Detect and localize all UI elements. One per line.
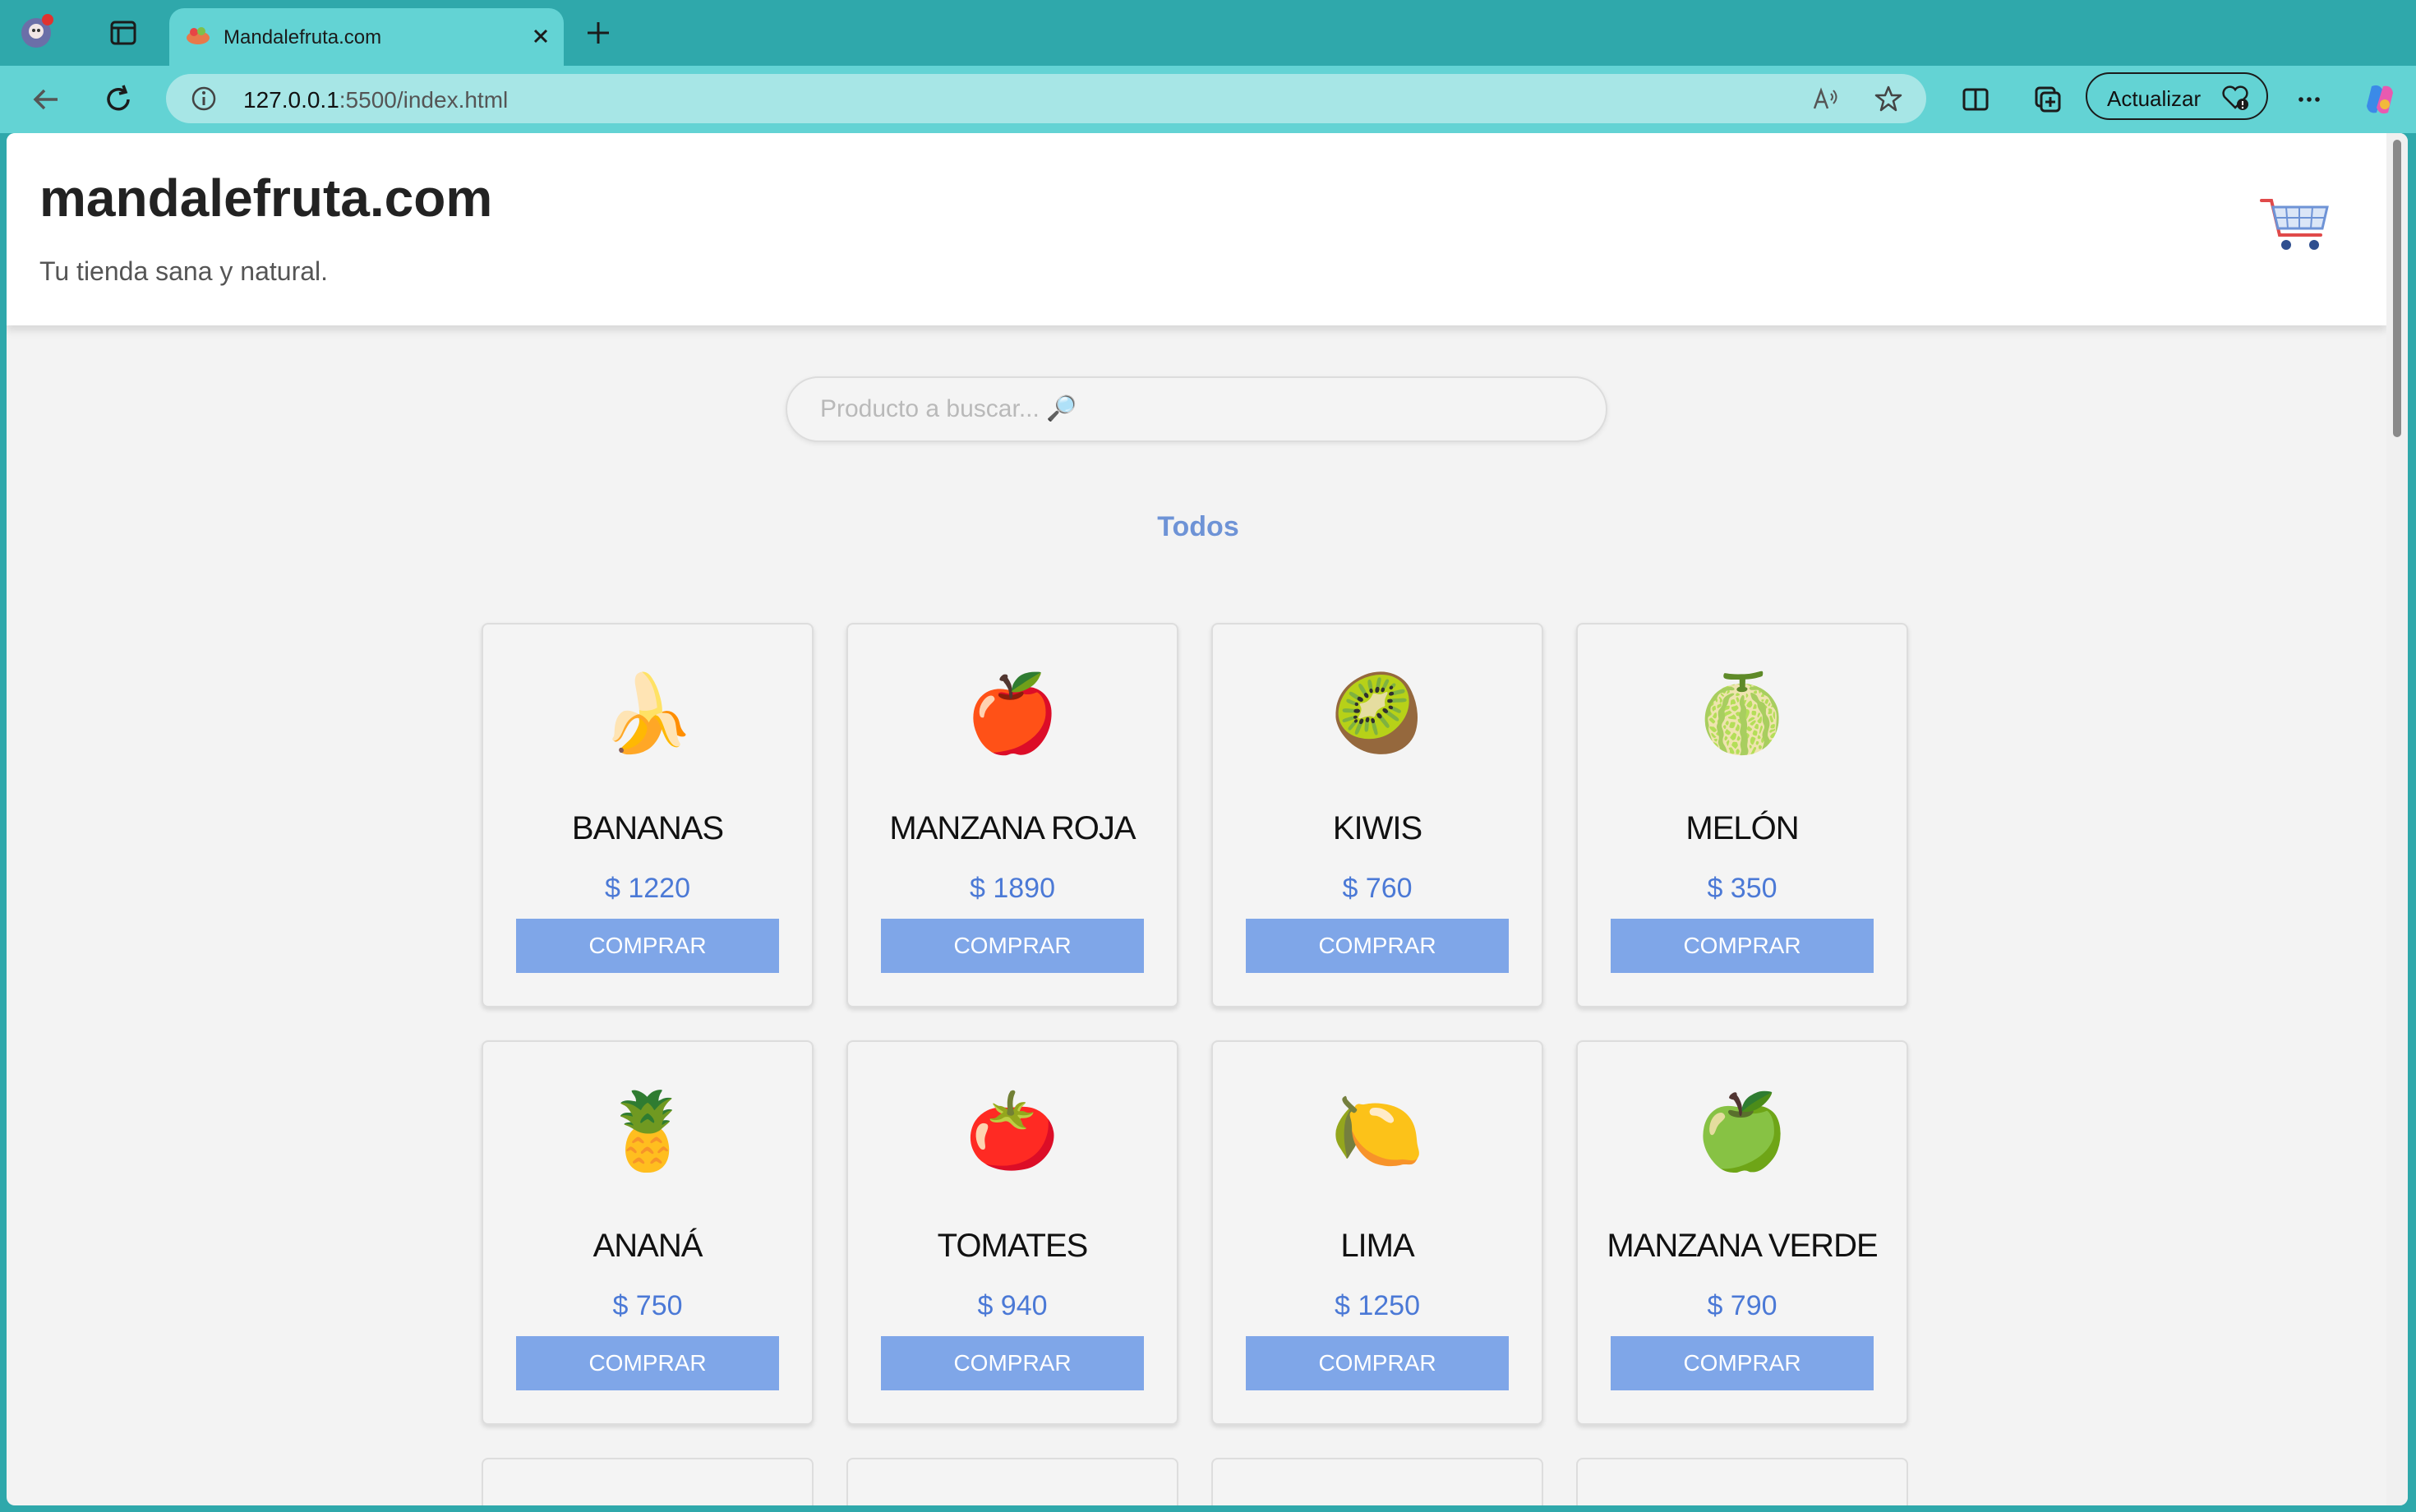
product-price: $ 1890	[970, 873, 1055, 904]
product-price: $ 1220	[605, 873, 690, 904]
copilot-icon[interactable]	[2360, 80, 2400, 119]
tab-title: Mandalefruta.com	[224, 26, 382, 48]
pineapple-icon: 🍍	[600, 1090, 695, 1173]
address-bar[interactable]: 127.0.0.1:5500/index.html	[166, 74, 1926, 123]
update-browser-button[interactable]: Actualizar	[2086, 72, 2268, 120]
product-name: KIWIS	[1332, 810, 1422, 846]
product-card-partial	[846, 1458, 1178, 1505]
product-name: MANZANA ROJA	[889, 810, 1136, 846]
url-text: 127.0.0.1:5500/index.html	[243, 87, 508, 113]
shopping-cart-icon[interactable]	[2258, 192, 2332, 258]
buy-button[interactable]: COMPRAR	[881, 1336, 1144, 1390]
tab-actions-icon[interactable]	[108, 18, 138, 48]
site-info-icon[interactable]	[189, 84, 219, 113]
buy-button[interactable]: COMPRAR	[516, 1336, 779, 1390]
buy-button[interactable]: COMPRAR	[516, 919, 779, 973]
green-apple-icon: 🍏	[1694, 1090, 1790, 1173]
product-name: BANANAS	[571, 810, 724, 846]
product-search-input[interactable]	[786, 376, 1607, 442]
update-label: Actualizar	[2107, 86, 2202, 111]
lime-icon: 🍋	[1330, 1090, 1425, 1173]
browser-tab-strip: Mandalefruta.com	[0, 0, 2416, 66]
site-header: mandalefruta.com Tu tienda sana y natura…	[7, 133, 2386, 325]
product-price: $ 1250	[1335, 1290, 1420, 1321]
product-name: TOMATES	[937, 1228, 1089, 1264]
buy-button[interactable]: COMPRAR	[1246, 919, 1509, 973]
product-price: $ 350	[1707, 873, 1777, 904]
close-tab-icon[interactable]	[524, 20, 557, 53]
url-host: 127.0.0.1	[243, 87, 339, 113]
melon-icon: 🍈	[1694, 672, 1790, 756]
page-scrollbar[interactable]	[2386, 133, 2408, 1505]
product-card: 🍍 ANANÁ $ 750 COMPRAR	[482, 1040, 814, 1425]
product-name: MELÓN	[1685, 810, 1799, 846]
product-card: 🍋 LIMA $ 1250 COMPRAR	[1211, 1040, 1543, 1425]
new-tab-icon[interactable]	[582, 16, 615, 49]
read-aloud-icon[interactable]	[1810, 84, 1839, 113]
product-card: 🍈 MELÓN $ 350 COMPRAR	[1576, 623, 1908, 1007]
fruit-basket-favicon-icon	[187, 27, 210, 44]
active-tab[interactable]: Mandalefruta.com	[169, 8, 564, 66]
product-price: $ 940	[977, 1290, 1048, 1321]
product-price: $ 750	[612, 1290, 683, 1321]
favorite-star-icon[interactable]	[1874, 84, 1903, 113]
product-card: 🍅 TOMATES $ 940 COMPRAR	[846, 1040, 1178, 1425]
collections-icon[interactable]	[2028, 80, 2068, 119]
more-options-icon[interactable]	[2289, 80, 2329, 119]
buy-button[interactable]: COMPRAR	[1611, 919, 1874, 973]
product-card-partial	[1576, 1458, 1908, 1505]
product-card: 🍏 MANZANA VERDE $ 790 COMPRAR	[1576, 1040, 1908, 1425]
banana-icon: 🍌	[600, 672, 695, 756]
scrollbar-thumb[interactable]	[2393, 140, 2401, 437]
buy-button[interactable]: COMPRAR	[1246, 1336, 1509, 1390]
product-price: $ 760	[1342, 873, 1413, 904]
buy-button[interactable]: COMPRAR	[1611, 1336, 1874, 1390]
reload-icon[interactable]	[99, 80, 138, 119]
product-card: 🥝 KIWIS $ 760 COMPRAR	[1211, 623, 1543, 1007]
back-arrow-icon[interactable]	[26, 80, 66, 119]
product-card-partial	[482, 1458, 814, 1505]
product-card-partial	[1211, 1458, 1543, 1505]
filter-all-link[interactable]: Todos	[1116, 511, 1280, 543]
product-card: 🍌 BANANAS $ 1220 COMPRAR	[482, 623, 814, 1007]
product-name: ANANÁ	[592, 1228, 703, 1264]
site-title[interactable]: mandalefruta.com	[39, 168, 492, 228]
site-tagline: Tu tienda sana y natural.	[39, 256, 329, 286]
tomato-icon: 🍅	[965, 1090, 1060, 1173]
product-name: MANZANA VERDE	[1607, 1228, 1878, 1264]
profile-avatar-icon[interactable]	[16, 12, 58, 53]
page-viewport: mandalefruta.com Tu tienda sana y natura…	[7, 133, 2408, 1505]
kiwi-icon: 🥝	[1330, 672, 1425, 756]
product-card: 🍎 MANZANA ROJA $ 1890 COMPRAR	[846, 623, 1178, 1007]
product-price: $ 790	[1707, 1290, 1777, 1321]
red-apple-icon: 🍎	[965, 672, 1060, 756]
product-name: LIMA	[1340, 1228, 1414, 1264]
browser-toolbar: 127.0.0.1:5500/index.html Actualizar	[0, 66, 2416, 133]
url-path: :5500/index.html	[339, 87, 509, 113]
split-screen-icon[interactable]	[1956, 80, 1995, 119]
buy-button[interactable]: COMPRAR	[881, 919, 1144, 973]
browser-health-heart-icon	[2222, 85, 2248, 110]
